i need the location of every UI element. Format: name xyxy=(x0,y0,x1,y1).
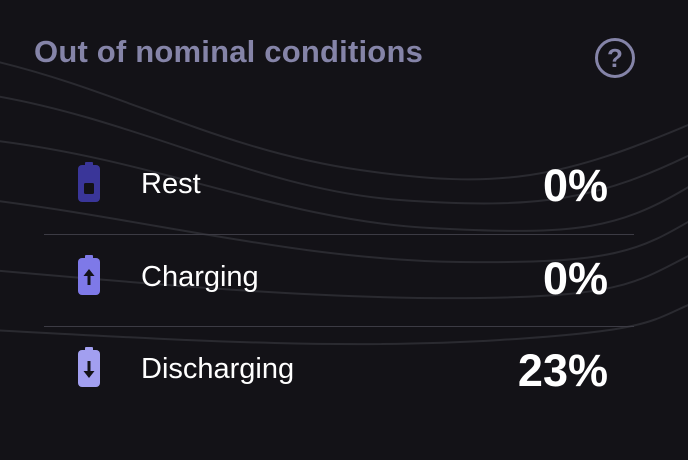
condition-value: 0% xyxy=(542,253,608,304)
battery-rest-icon xyxy=(78,162,100,202)
panel-title: Out of nominal conditions xyxy=(34,34,424,69)
condition-row-charging: Charging 0% xyxy=(44,235,634,327)
condition-label: Rest xyxy=(141,168,201,200)
condition-label: Discharging xyxy=(141,353,295,385)
condition-row-rest: Rest 0% xyxy=(44,142,634,234)
nominal-conditions-card: Out of nominal conditions ? Rest 0% Char… xyxy=(0,0,688,460)
help-icon[interactable]: ? xyxy=(595,38,635,78)
help-symbol: ? xyxy=(607,43,623,73)
battery-discharging-icon xyxy=(78,347,100,387)
condition-value: 23% xyxy=(517,345,608,396)
condition-value: 0% xyxy=(542,160,608,211)
condition-label: Charging xyxy=(141,261,259,293)
battery-charging-icon xyxy=(78,255,100,295)
condition-row-discharging: Discharging 23% xyxy=(44,327,634,419)
